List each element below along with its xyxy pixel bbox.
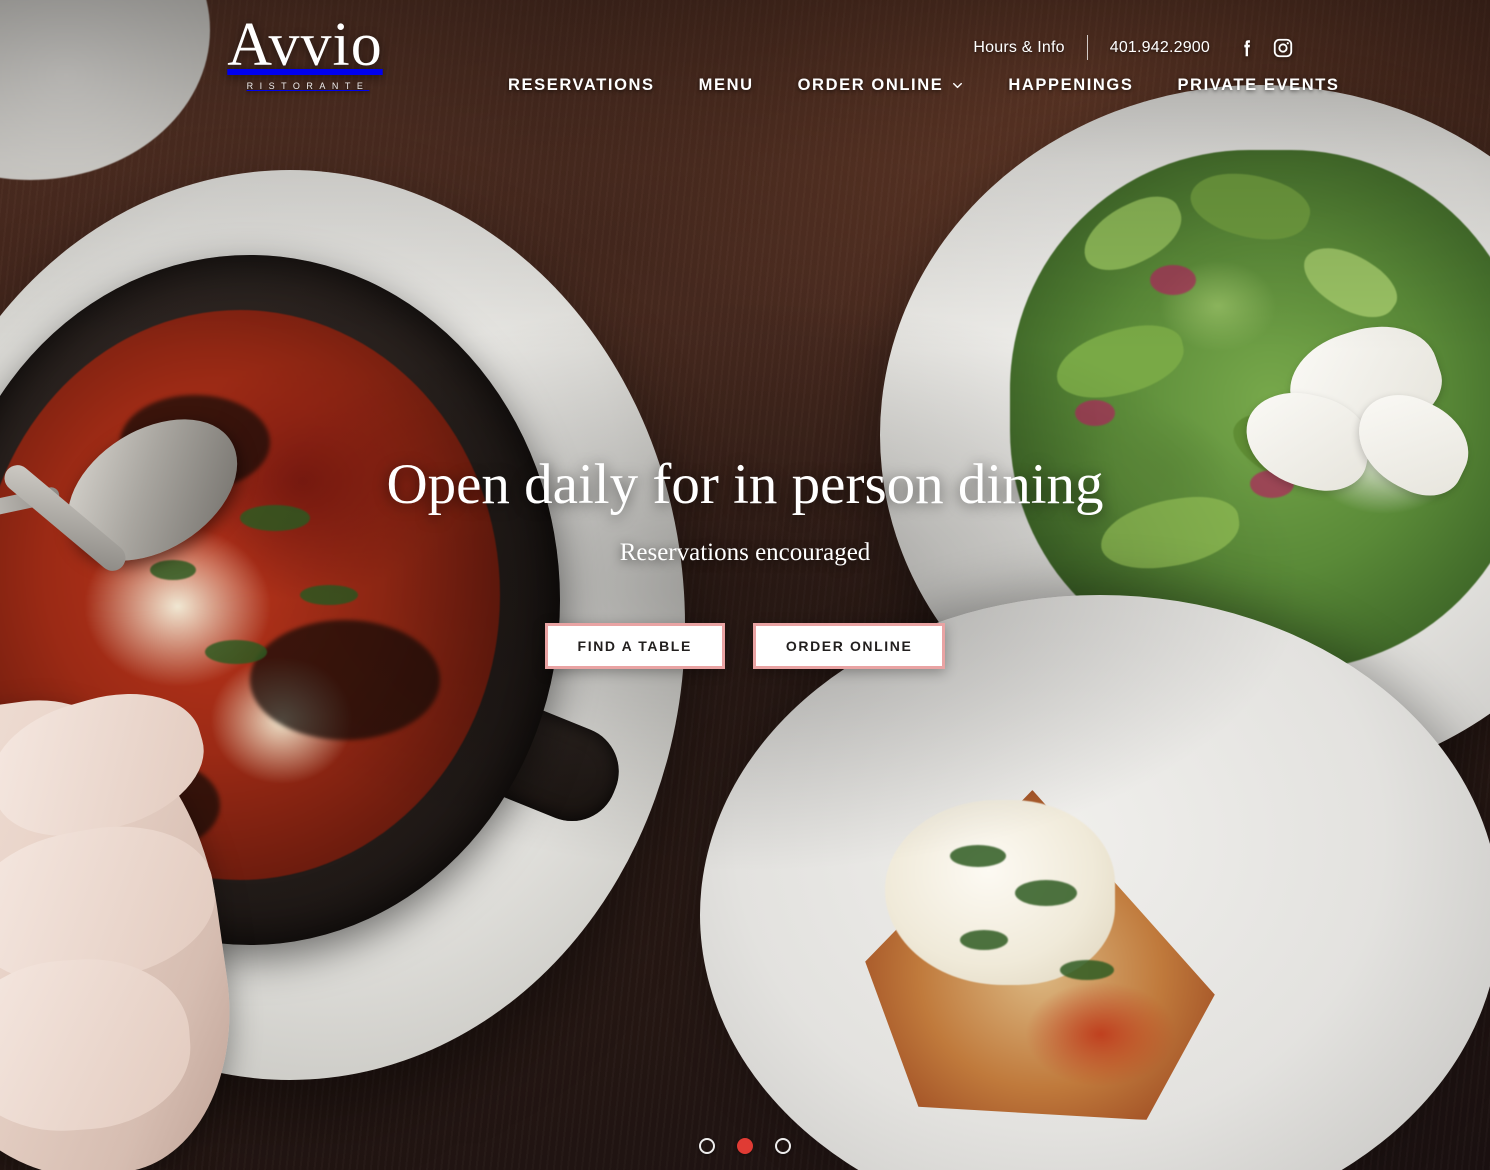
order-online-button[interactable]: ORDER ONLINE (752, 622, 946, 669)
nav-item-happenings[interactable]: HAPPENINGS (1008, 76, 1133, 95)
chevron-down-icon (953, 82, 963, 89)
instagram-icon (1273, 38, 1293, 57)
hours-and-info-link[interactable]: Hours & Info (973, 39, 1064, 57)
hero-content: Open daily for in person dining Reservat… (0, 455, 1490, 669)
hero-headline: Open daily for in person dining (386, 453, 1104, 516)
herb-garnish (1015, 880, 1077, 906)
hero-section: Hours & Info 401.942.2900 Avvio RISTORAN… (0, 0, 1490, 1170)
nav-label: PRIVATE EVENTS (1177, 76, 1340, 94)
nav-label: ORDER ONLINE (797, 76, 944, 94)
nav-label: HAPPENINGS (1008, 76, 1134, 94)
ricotta-topping (885, 800, 1115, 985)
hero-cta-group: FIND A TABLE ORDER ONLINE (0, 622, 1490, 669)
radicchio-piece (1150, 265, 1196, 295)
main-navigation: RESERVATIONS MENU ORDER ONLINE HAPPENING… (508, 76, 1340, 95)
utility-divider (1086, 35, 1088, 60)
carousel-dot-2[interactable] (737, 1138, 753, 1154)
nav-item-menu[interactable]: MENU (699, 76, 754, 95)
nav-item-order-online[interactable]: ORDER ONLINE (798, 76, 965, 95)
nav-item-private-events[interactable]: PRIVATE EVENTS (1177, 76, 1339, 95)
hero-subheadline: Reservations encouraged (619, 538, 871, 566)
utility-bar: Hours & Info 401.942.2900 (973, 35, 1294, 60)
nav-item-reservations[interactable]: RESERVATIONS (508, 76, 655, 95)
logo-tagline: RISTORANTE (246, 81, 370, 91)
herb-garnish (960, 930, 1008, 950)
social-links (1236, 37, 1294, 59)
logo-wordmark: Avvio (227, 11, 383, 79)
site-logo[interactable]: Avvio RISTORANTE (210, 14, 400, 91)
nav-label: RESERVATIONS (508, 76, 655, 94)
nav-label: MENU (698, 76, 754, 94)
radicchio-piece (1075, 400, 1115, 426)
find-a-table-button[interactable]: FIND A TABLE (544, 622, 725, 669)
carousel-pagination (0, 1138, 1490, 1154)
facebook-icon (1244, 39, 1250, 56)
herb-garnish (1060, 960, 1114, 980)
carousel-dot-3[interactable] (775, 1138, 791, 1154)
facebook-link[interactable] (1236, 37, 1258, 59)
carousel-dot-1[interactable] (699, 1138, 715, 1154)
instagram-link[interactable] (1272, 37, 1294, 59)
herb-garnish (950, 845, 1006, 867)
phone-link[interactable]: 401.942.2900 (1110, 39, 1210, 57)
